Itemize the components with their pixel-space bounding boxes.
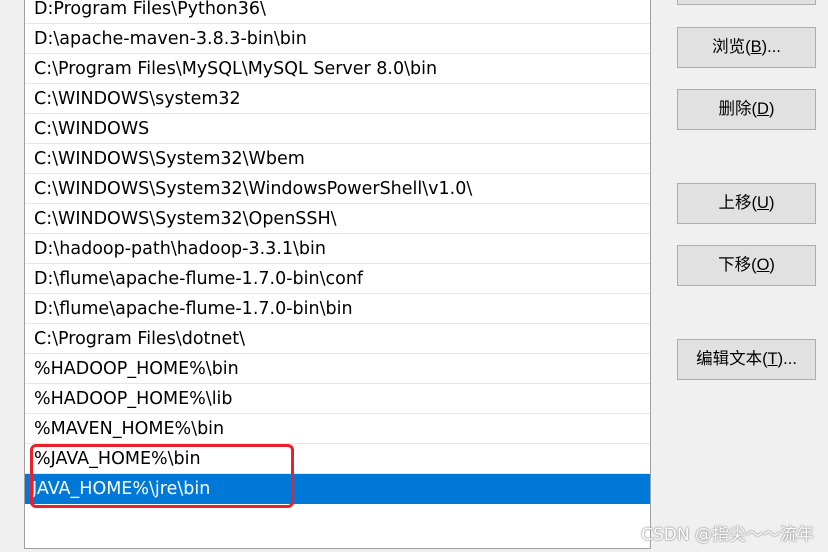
list-item[interactable]: C:\WINDOWS\System32\OpenSSH\ [25, 204, 650, 234]
list-item[interactable]: C:\Program Files\dotnet\ [25, 324, 650, 354]
list-item[interactable]: C:\WINDOWS\System32\WindowsPowerShell\v1… [25, 174, 650, 204]
list-empty-area[interactable] [25, 504, 650, 534]
list-item[interactable]: C:\Program Files\MySQL\MySQL Server 8.0\… [25, 54, 650, 84]
list-item[interactable]: %JAVA_HOME%\bin [25, 444, 650, 474]
list-item[interactable]: %HADOOP_HOME%\bin [25, 354, 650, 384]
list-item[interactable]: D:\flume\apache-flume-1.7.0-bin\bin [25, 294, 650, 324]
list-item[interactable]: D:\hadoop-path\hadoop-3.3.1\bin [25, 234, 650, 264]
list-item[interactable]: D:Program Files\Python36\ [25, 0, 650, 24]
list-item[interactable]: %HADOOP_HOME%\lib [25, 384, 650, 414]
move-down-button[interactable]: 下移(O) [677, 245, 816, 286]
list-item-selected[interactable]: JAVA_HOME%\jre\bin [25, 474, 650, 504]
list-item[interactable]: C:\WINDOWS [25, 114, 650, 144]
move-up-button[interactable]: 上移(U) [677, 183, 816, 224]
browse-button[interactable]: 浏览(B)... [677, 27, 816, 68]
watermark: CSDN @指尖～～流年 [641, 525, 814, 545]
list-item[interactable]: D:\flume\apache-flume-1.7.0-bin\conf [25, 264, 650, 294]
list-item[interactable]: D:\apache-maven-3.8.3-bin\bin [25, 24, 650, 54]
path-list[interactable]: D:Program Files\Python36\ D:\apache-mave… [24, 0, 651, 549]
delete-button[interactable]: 删除(D) [677, 89, 816, 130]
list-item[interactable]: C:\WINDOWS\System32\Wbem [25, 144, 650, 174]
new-button-partial[interactable] [677, 0, 816, 5]
list-item[interactable]: %MAVEN_HOME%\bin [25, 414, 650, 444]
edit-text-button[interactable]: 编辑文本(T)... [677, 339, 816, 380]
list-item[interactable]: C:\WINDOWS\system32 [25, 84, 650, 114]
